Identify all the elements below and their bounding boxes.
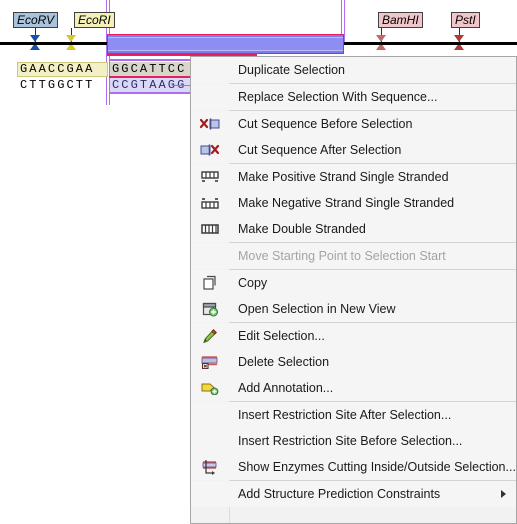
selection-end-guide-pink bbox=[344, 0, 345, 45]
menu-item-replace-selection-with-sequence[interactable]: Replace Selection With Sequence... bbox=[191, 84, 516, 110]
sequence-positive-upstream: GAACCGAA bbox=[20, 62, 95, 76]
open-in-new-view-icon bbox=[191, 296, 229, 322]
sequence-editor-window: EcoRV EcoRI BamHI PstI GAACCGAA CTTGGCTT… bbox=[0, 0, 517, 524]
menu-item-label: Make Double Stranded bbox=[238, 222, 366, 236]
sequence-negative-upstream: CTTGGCTT bbox=[20, 78, 95, 92]
no-icon bbox=[191, 402, 229, 428]
menu-item-cut-sequence-before-selection[interactable]: Cut Sequence Before Selection bbox=[191, 111, 516, 137]
enzyme-label-psti[interactable]: PstI bbox=[451, 12, 480, 28]
menu-item-copy[interactable]: Copy bbox=[191, 270, 516, 296]
menu-item-open-selection-in-new-view[interactable]: Open Selection in New View bbox=[191, 296, 516, 322]
pencil-icon bbox=[191, 323, 229, 349]
menu-item-make-double-stranded[interactable]: Make Double Stranded bbox=[191, 216, 516, 242]
no-icon bbox=[191, 243, 229, 269]
sequence-selection-top-border bbox=[109, 59, 196, 61]
menu-item-label: Cut Sequence After Selection bbox=[238, 143, 402, 157]
menu-item-make-positive-strand-single-stranded[interactable]: Make Positive Strand Single Stranded bbox=[191, 164, 516, 190]
menu-item-label: Show Enzymes Cutting Inside/Outside Sele… bbox=[238, 460, 516, 474]
menu-item-label: Duplicate Selection bbox=[238, 63, 346, 77]
negative-strand-icon bbox=[191, 190, 229, 216]
menu-item-label: Edit Selection... bbox=[238, 329, 325, 343]
selection-band-inner bbox=[108, 37, 343, 51]
menu-item-label: Cut Sequence Before Selection bbox=[238, 117, 413, 131]
add-annotation-icon bbox=[191, 375, 229, 401]
menu-item-label: Make Positive Strand Single Stranded bbox=[238, 170, 449, 184]
enzymes-cutting-icon bbox=[191, 454, 229, 480]
cut-before-icon bbox=[191, 111, 229, 137]
no-icon bbox=[191, 84, 229, 110]
enzyme-label-ecori[interactable]: EcoRI bbox=[74, 12, 115, 28]
no-icon bbox=[191, 57, 229, 83]
menu-item-edit-selection[interactable]: Edit Selection... bbox=[191, 323, 516, 349]
menu-item-label: Move Starting Point to Selection Start bbox=[238, 249, 446, 263]
menu-item-label: Add Structure Prediction Constraints bbox=[238, 487, 441, 501]
cut-after-icon bbox=[191, 137, 229, 163]
menu-item-label: Delete Selection bbox=[238, 355, 330, 369]
menu-item-add-structure-prediction-constraints[interactable]: Add Structure Prediction Constraints bbox=[191, 481, 516, 507]
menu-item-label: Insert Restriction Site After Selection.… bbox=[238, 408, 452, 422]
chevron-right-icon bbox=[501, 490, 506, 498]
no-icon bbox=[191, 428, 229, 454]
copy-icon bbox=[191, 270, 229, 296]
menu-item-label: Insert Restriction Site Before Selection… bbox=[238, 434, 463, 448]
no-icon bbox=[191, 481, 229, 507]
menu-item-label: Make Negative Strand Single Stranded bbox=[238, 196, 455, 210]
menu-item-add-annotation[interactable]: Add Annotation... bbox=[191, 375, 516, 401]
menu-item-cut-sequence-after-selection[interactable]: Cut Sequence After Selection bbox=[191, 137, 516, 163]
menu-item-move-starting-point: Move Starting Point to Selection Start bbox=[191, 243, 516, 269]
menu-item-delete-selection[interactable]: Delete Selection bbox=[191, 349, 516, 375]
menu-item-label: Copy bbox=[238, 276, 268, 290]
menu-item-label: Add Annotation... bbox=[238, 381, 334, 395]
positive-strand-icon bbox=[191, 164, 229, 190]
menu-item-label: Open Selection in New View bbox=[238, 302, 396, 316]
delete-icon bbox=[191, 349, 229, 375]
menu-item-insert-restriction-site-before-selection[interactable]: Insert Restriction Site Before Selection… bbox=[191, 428, 516, 454]
menu-item-show-enzymes-cutting[interactable]: Show Enzymes Cutting Inside/Outside Sele… bbox=[191, 454, 516, 480]
menu-item-duplicate-selection[interactable]: Duplicate Selection bbox=[191, 57, 516, 83]
enzyme-label-ecorv[interactable]: EcoRV bbox=[13, 12, 59, 28]
menu-item-insert-restriction-site-after-selection[interactable]: Insert Restriction Site After Selection.… bbox=[191, 402, 516, 428]
context-menu[interactable]: Duplicate Selection Replace Selection Wi… bbox=[190, 56, 517, 524]
menu-item-label: Replace Selection With Sequence... bbox=[238, 90, 438, 104]
menu-item-make-negative-strand-single-stranded[interactable]: Make Negative Strand Single Stranded bbox=[191, 190, 516, 216]
sequence-positive-selected: GGCATTCC bbox=[112, 62, 187, 76]
double-strand-icon bbox=[191, 216, 229, 242]
enzyme-label-bamhi[interactable]: BamHI bbox=[378, 12, 423, 28]
